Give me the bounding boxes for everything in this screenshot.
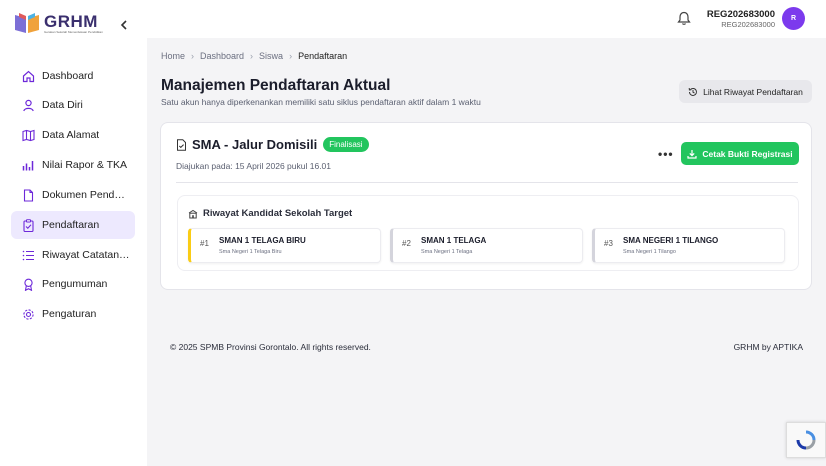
document-icon [21, 188, 35, 202]
candidate-school-3[interactable]: #3 SMA NEGERI 1 TILANGO Sma Negeri 1 Til… [592, 228, 785, 263]
school-fullname: Sma Negeri 1 Telaga Biru [219, 249, 282, 255]
more-options-button[interactable]: ••• [658, 147, 674, 161]
clipboard-icon [21, 218, 35, 232]
submitted-date: Diajukan pada: 15 April 2026 pukul 16.01 [176, 161, 332, 171]
home-icon [21, 69, 35, 83]
notification-button[interactable] [677, 11, 691, 26]
collapse-sidebar-button[interactable] [118, 18, 130, 32]
school-name: SMAN 1 TELAGA BIRU [219, 236, 306, 245]
breadcrumb: Home › Dashboard › Siswa › Pendaftaran [161, 51, 347, 61]
breadcrumb-home[interactable]: Home [161, 51, 185, 61]
candidate-history-title: Riwayat Kandidat Sekolah Target [203, 208, 353, 219]
user-name: REG202683000 [706, 9, 775, 20]
breadcrumb-current: Pendaftaran [298, 51, 348, 61]
recaptcha-badge[interactable] [786, 422, 826, 458]
sidebar: Dashboard Data Diri Data Alamat Nilai Ra… [0, 38, 147, 466]
sidebar-item-dashboard[interactable]: Dashboard [11, 62, 135, 90]
page-title: Manajemen Pendaftaran Aktual [161, 77, 391, 94]
top-bar: GRHM Gerakan Sekolah Memerdekaan Pendidi… [0, 0, 826, 38]
school-name: SMAN 1 TELAGA [421, 236, 487, 245]
sidebar-item-label: Pendaftaran [42, 219, 100, 231]
school-rank: #3 [604, 239, 613, 248]
sidebar-item-label: Dokumen Pendaftaran [42, 189, 130, 201]
registration-card: SMA - Jalur Domisili Finalisasi Diajukan… [160, 122, 812, 290]
candidate-school-2[interactable]: #2 SMAN 1 TELAGA Sma Negeri 1 Telaga [390, 228, 583, 263]
chevron-right-icon: › [191, 51, 195, 61]
candidate-school-1[interactable]: #1 SMAN 1 TELAGA BIRU Sma Negeri 1 Telag… [188, 228, 381, 263]
sidebar-item-label: Nilai Rapor & TKA [42, 159, 128, 171]
footer-copyright: © 2025 SPMB Provinsi Gorontalo. All righ… [170, 342, 371, 352]
print-receipt-label: Cetak Bukti Registrasi [702, 148, 793, 159]
sidebar-item-riwayat-catatan[interactable]: Riwayat Catatan Data [11, 241, 135, 269]
chevron-left-icon [120, 20, 127, 30]
file-check-icon [177, 138, 186, 151]
brand-subtitle: Gerakan Sekolah Memerdekaan Pendidikan [44, 29, 103, 34]
print-receipt-button[interactable]: Cetak Bukti Registrasi [681, 142, 799, 165]
sidebar-item-label: Dashboard [42, 70, 94, 82]
sidebar-item-pendaftaran[interactable]: Pendaftaran [11, 211, 135, 239]
sidebar-item-label: Pengumuman [42, 278, 108, 290]
award-icon [21, 277, 35, 291]
sidebar-item-label: Riwayat Catatan Data [42, 249, 130, 261]
chart-icon [21, 158, 35, 172]
sidebar-item-data-diri[interactable]: Data Diri [11, 91, 135, 119]
sidebar-item-pengumuman[interactable]: Pengumuman [11, 270, 135, 298]
chevron-right-icon: › [250, 51, 254, 61]
brand-logo[interactable]: GRHM Gerakan Sekolah Memerdekaan Pendidi… [14, 12, 103, 34]
view-history-label: Lihat Riwayat Pendaftaran [703, 86, 803, 97]
sidebar-item-label: Pengaturan [42, 308, 97, 320]
sidebar-item-data-alamat[interactable]: Data Alamat [11, 121, 135, 149]
download-icon [687, 149, 697, 159]
gear-icon [21, 307, 35, 321]
divider [176, 182, 798, 183]
candidate-history-panel: Riwayat Kandidat Sekolah Target #1 SMAN … [177, 195, 799, 271]
brand-title: GRHM [44, 11, 98, 31]
school-icon [188, 209, 198, 218]
list-icon [21, 248, 35, 262]
registration-title: SMA - Jalur Domisili [192, 137, 318, 152]
user-info[interactable]: REG202683000 REG202683000 [707, 9, 775, 29]
school-name: SMA NEGERI 1 TILANGO [623, 236, 719, 245]
status-badge: Finalisasi [323, 137, 369, 152]
school-rank: #1 [200, 239, 209, 248]
user-id: REG202683000 [721, 20, 775, 29]
user-icon [21, 98, 35, 112]
school-rank: #2 [402, 239, 411, 248]
school-fullname: Sma Negeri 1 Tilango [623, 249, 676, 255]
school-fullname: Sma Negeri 1 Telaga [421, 249, 473, 255]
sidebar-item-dokumen[interactable]: Dokumen Pendaftaran [11, 181, 135, 209]
recaptcha-icon [796, 430, 816, 450]
map-icon [21, 128, 35, 142]
bell-icon [677, 11, 691, 25]
footer-credit: GRHM by APTIKA [733, 342, 803, 352]
page-description: Satu akun hanya diperkenankan memiliki s… [161, 97, 481, 107]
sidebar-item-nilai-rapor[interactable]: Nilai Rapor & TKA [11, 151, 135, 179]
view-history-button[interactable]: Lihat Riwayat Pendaftaran [679, 80, 812, 103]
breadcrumb-dashboard[interactable]: Dashboard [200, 51, 244, 61]
avatar[interactable]: R [782, 7, 805, 30]
history-icon [688, 87, 698, 96]
book-logo-icon [14, 12, 40, 34]
sidebar-item-label: Data Diri [42, 99, 83, 111]
chevron-right-icon: › [289, 51, 293, 61]
sidebar-item-label: Data Alamat [42, 129, 100, 141]
breadcrumb-siswa[interactable]: Siswa [259, 51, 283, 61]
sidebar-item-pengaturan[interactable]: Pengaturan [11, 300, 135, 328]
